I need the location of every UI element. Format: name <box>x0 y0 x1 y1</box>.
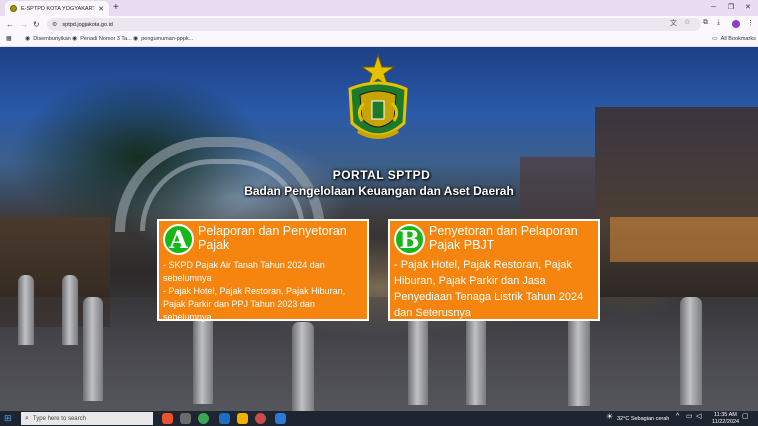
weather-icon[interactable]: ☀ <box>606 413 613 421</box>
bookmark-item[interactable]: ◉ Penadi Nomor 3 Ta... <box>72 35 132 44</box>
card-b-title[interactable]: Penyetoran dan Pelaporan Pajak PBJT <box>429 224 594 252</box>
tray-chevron-icon[interactable]: ^ <box>676 413 679 420</box>
card-b-items: - Pajak Hotel, Pajak Restoran, Pajak Hib… <box>394 257 594 321</box>
street-bollard <box>568 311 590 406</box>
weather-text[interactable]: 32°C Sebagian cerah <box>617 416 669 422</box>
card-a-items: - SKPD Pajak Air Tanah Tahun 2024 dan se… <box>163 259 363 324</box>
card-b-badge: B <box>394 224 425 255</box>
street-bollard <box>292 322 314 411</box>
site-info-icon[interactable]: ⚙ <box>52 21 57 28</box>
card-penyetoran-pelaporan-pbjt[interactable]: B Penyetoran dan Pelaporan Pajak PBJT - … <box>388 219 600 321</box>
background-building-right <box>595 107 758 297</box>
url-text[interactable]: sptpd.jogjakota.go.id <box>62 22 112 28</box>
folder-icon: ▭ <box>712 36 718 42</box>
yogyakarta-emblem-icon <box>348 53 408 139</box>
bookmark-favicon-icon: ◉ <box>25 36 31 42</box>
extensions-icon[interactable]: ⧉ <box>703 19 708 27</box>
file-explorer-icon[interactable] <box>237 413 248 424</box>
portal-title: PORTAL SPTPD <box>332 168 431 182</box>
volume-icon[interactable]: ◁ <box>696 413 701 420</box>
street-bollard <box>680 297 702 405</box>
task-view-icon[interactable] <box>180 413 191 424</box>
taskbar-search-placeholder: Type here to search <box>32 415 86 422</box>
taskbar-app-icon[interactable] <box>275 413 286 424</box>
address-bar[interactable]: ⚙ sptpd.jogjakota.go.id <box>47 18 701 31</box>
download-icon[interactable]: ⤓ <box>717 19 720 27</box>
card-pelaporan-penyetoran-pajak[interactable]: A Pelaporan dan Penyetoran Pajak - SKPD … <box>157 219 369 324</box>
background-street <box>0 297 758 411</box>
tab-title: E-SPTPD KOTA YOGYAKARTA <box>21 5 95 12</box>
close-window-icon[interactable]: ✕ <box>745 2 751 14</box>
windows-taskbar: ⊞ ⌕ Type here to search ☀ 32°C Sebagian … <box>0 411 758 426</box>
page-viewport: PORTAL SPTPD Badan Pengelolaan Keuangan … <box>0 47 758 411</box>
bookmark-favicon-icon: ◉ <box>133 36 139 42</box>
taskbar-app-icon[interactable] <box>219 413 230 424</box>
street-bollard <box>83 297 103 401</box>
menu-kebab-icon[interactable]: ⋮ <box>747 19 754 27</box>
windows-start-icon[interactable]: ⊞ <box>4 414 12 423</box>
back-icon[interactable]: ← <box>6 19 14 30</box>
browser-toolbar: ← → ↻ ⚙ sptpd.jogjakota.go.id 文 ☆ ⧉ ⤓ ⋮ <box>0 16 758 33</box>
minimize-icon[interactable]: ─ <box>711 2 716 14</box>
maximize-icon[interactable]: ❐ <box>728 2 734 14</box>
tab-close-icon[interactable]: ✕ <box>98 5 104 13</box>
notification-icon[interactable]: ▢ <box>742 413 749 420</box>
background-shop-lights <box>610 217 758 262</box>
bookmark-item[interactable]: ◉ pengumuman-pppk... <box>133 35 193 44</box>
card-a-title[interactable]: Pelaporan dan Penyetoran Pajak <box>198 224 363 252</box>
apps-grid-icon[interactable]: ▦ <box>6 35 12 44</box>
chrome-icon[interactable] <box>198 413 209 424</box>
taskbar-app-icon[interactable] <box>255 413 266 424</box>
card-a-item-hotel-restoran[interactable]: - Pajak Hotel, Pajak Restoran, Pajak Hib… <box>163 285 363 324</box>
card-a-item-air-tanah[interactable]: - SKPD Pajak Air Tanah Tahun 2024 dan se… <box>163 259 363 285</box>
browser-tab[interactable]: E-SPTPD KOTA YOGYAKARTA ✕ <box>5 1 109 16</box>
new-tab-button[interactable]: + <box>113 2 119 14</box>
taskbar-search-box[interactable]: ⌕ Type here to search <box>21 412 153 425</box>
network-icon[interactable]: ▭ <box>686 413 693 420</box>
reload-icon[interactable]: ↻ <box>33 19 40 30</box>
street-bollard <box>62 275 78 345</box>
portal-subtitle: Badan Pengelolaan Keuangan dan Aset Daer… <box>244 184 514 198</box>
taskbar-app-icon[interactable] <box>162 413 173 424</box>
clock-date[interactable]: 11/22/2024 <box>712 419 739 425</box>
bookmark-favicon-icon: ◉ <box>72 36 78 42</box>
street-bollard <box>466 315 486 405</box>
bookmarks-bar: ▦ ◉ Disembunyikan ◉ Penadi Nomor 3 Ta...… <box>0 33 758 47</box>
clock-time[interactable]: 11:35 AM <box>714 412 737 418</box>
search-icon: ⌕ <box>25 414 29 422</box>
card-b-item-pbjt[interactable]: - Pajak Hotel, Pajak Restoran, Pajak Hib… <box>394 257 594 321</box>
translate-icon[interactable]: 文 <box>670 18 677 28</box>
profile-avatar-icon[interactable] <box>732 20 740 28</box>
all-bookmarks-button[interactable]: ▭ All Bookmarks <box>712 35 756 44</box>
forward-icon[interactable]: → <box>20 19 28 30</box>
tab-strip: E-SPTPD KOTA YOGYAKARTA ✕ + ─ ❐ ✕ <box>0 0 758 16</box>
card-a-badge: A <box>163 224 194 255</box>
bookmark-star-icon[interactable]: ☆ <box>684 18 690 26</box>
street-bollard <box>408 315 428 405</box>
bookmark-item[interactable]: ◉ Disembunyikan <box>25 35 71 44</box>
site-favicon-icon <box>10 5 17 12</box>
street-bollard <box>18 275 34 345</box>
